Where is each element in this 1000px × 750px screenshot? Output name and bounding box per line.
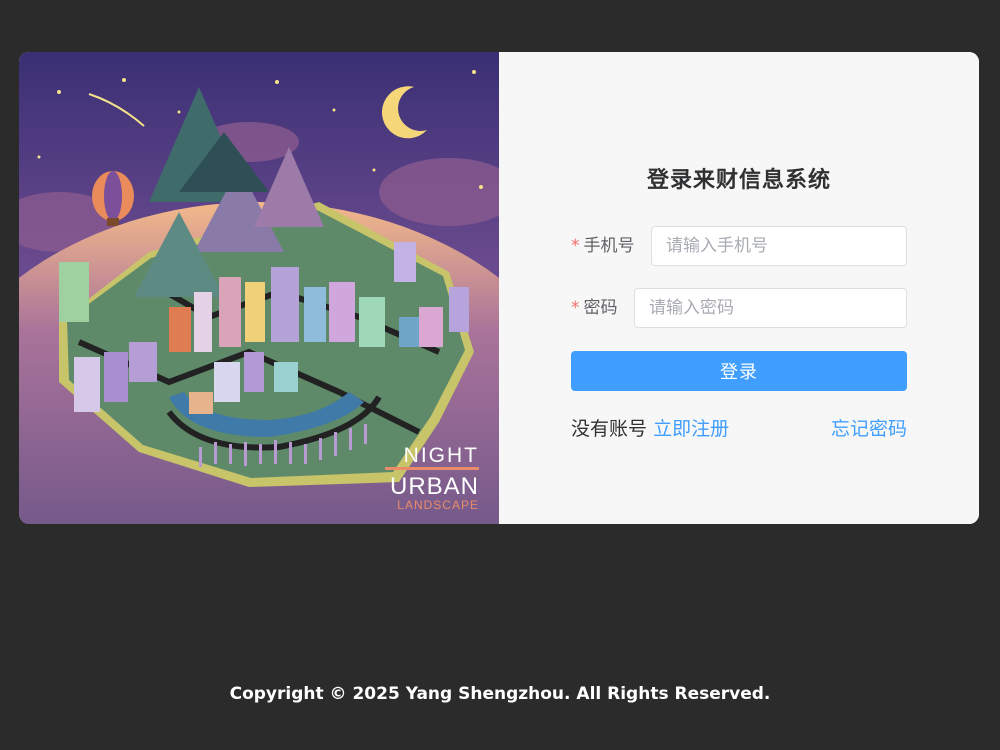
required-mark: * xyxy=(571,298,580,318)
phone-label: * 手机号 xyxy=(571,226,635,266)
illustration-line1: NIGHT xyxy=(404,444,479,467)
illustration-line2: URBAN xyxy=(390,473,479,500)
phone-input[interactable] xyxy=(651,226,907,266)
account-links: 没有账号 立即注册 忘记密码 xyxy=(571,414,907,440)
phone-label-text: 手机号 xyxy=(583,236,635,256)
password-label-text: 密码 xyxy=(583,298,618,318)
copyright-footer: Copyright © 2025 Yang Shengzhou. All Rig… xyxy=(229,684,771,704)
login-card: NIGHT URBAN LANDSCAPE 登录来财信息系统 *手机号 *密码 … xyxy=(19,52,979,524)
required-mark: * xyxy=(571,236,580,256)
login-panel: 登录来财信息系统 *手机号 *密码 登录 没有账号 立即注册 忘记密码 xyxy=(499,52,979,524)
night-urban-landscape-illustration: NIGHT URBAN LANDSCAPE xyxy=(19,52,499,524)
phone-form-row: * 手机号 xyxy=(571,226,907,266)
password-label: * 密码 xyxy=(571,288,618,328)
forgot-password-link[interactable]: 忘记密码 xyxy=(831,414,907,441)
illustration-line3: LANDSCAPE xyxy=(397,498,479,512)
password-input[interactable] xyxy=(634,288,907,328)
city-illustration-svg: NIGHT URBAN LANDSCAPE xyxy=(19,52,499,524)
login-button[interactable]: 登录 xyxy=(571,351,907,391)
page-title: 登录来财信息系统 xyxy=(646,168,831,193)
no-account-text: 没有账号 xyxy=(571,418,648,440)
register-link[interactable]: 立即注册 xyxy=(653,418,729,440)
password-form-row: * 密码 xyxy=(571,288,907,328)
